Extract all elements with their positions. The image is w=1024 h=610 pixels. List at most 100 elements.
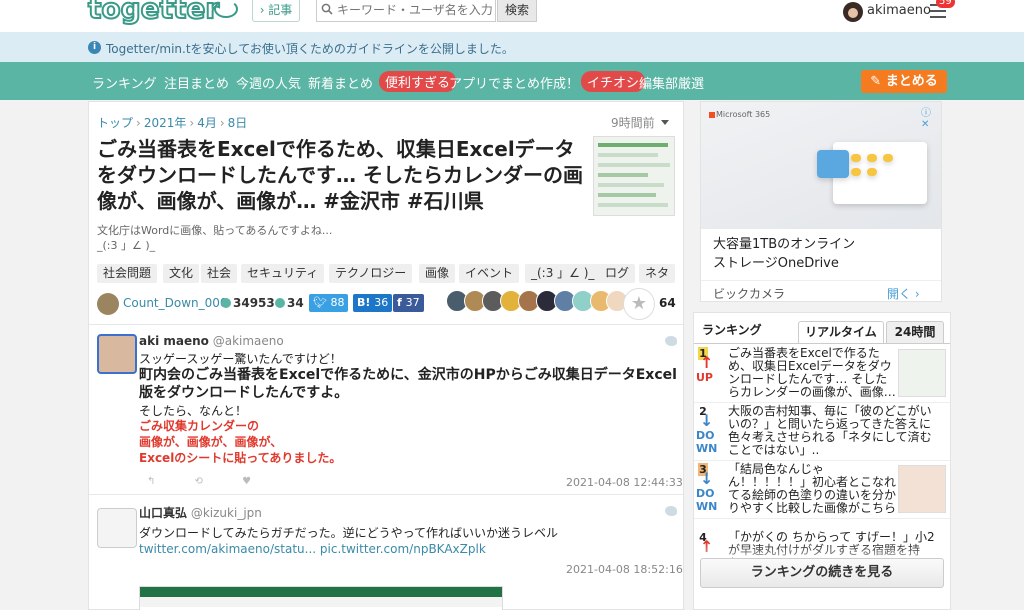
tweet-author[interactable]: 山口真弘 @kizuki_jpn xyxy=(139,504,262,521)
ranking-thumbnail[interactable] xyxy=(898,349,946,397)
tag[interactable]: テクノロジー xyxy=(329,264,413,283)
comments-count[interactable]: 34 xyxy=(287,296,304,310)
nav-app-promo[interactable]: アプリでまとめ作成！ xyxy=(449,73,579,92)
ranking-heading: ランキング xyxy=(702,323,762,337)
ranking-item[interactable]: 1 ↑ UP ごみ当番表をExcelで作るため、収集日Excelデータをダウンロ… xyxy=(694,345,950,403)
facebook-share-button[interactable]: f 37 xyxy=(393,294,424,312)
user-avatar[interactable] xyxy=(843,2,863,22)
tweet-avatar[interactable] xyxy=(97,508,137,548)
breadcrumb-year[interactable]: 2021年 xyxy=(144,116,187,130)
tag[interactable]: 文化 xyxy=(163,264,200,283)
author-avatar[interactable] xyxy=(97,293,119,315)
tweet-actions[interactable]: ↰ ⟲ ♥ xyxy=(147,476,269,487)
search-box[interactable] xyxy=(316,0,496,22)
article-title: ごみ当番表をExcelで作るため、収集日Excelデータをダウンロードしたんです… xyxy=(97,137,583,213)
tweet-text: スッゲースッゲー驚いたんですけど！ xyxy=(139,352,342,366)
notification-badge[interactable]: 59 xyxy=(936,0,955,8)
search-button[interactable]: 検索 xyxy=(497,0,537,22)
favorite-star-icon[interactable]: ★ xyxy=(623,288,655,320)
ad-brand: Microsoft 365 xyxy=(709,110,770,119)
author-row: Count_Down_000 34953 34 🐦︎ 88 B! 36 f 37… xyxy=(97,288,677,320)
ranking-thumbnail[interactable] xyxy=(898,465,946,513)
ranking-widget: ランキング リアルタイム 24時間 1 ↑ UP ごみ当番表をExcelで作るた… xyxy=(693,312,951,610)
ranking-item[interactable]: 3 ↓ DOWN 「結局色なんじゃん！！！！！」初心者とこなれてる絵師の色塗りの… xyxy=(694,461,950,519)
search-input[interactable] xyxy=(337,2,493,18)
tag[interactable]: 社会問題 xyxy=(97,264,158,283)
nav-ranking[interactable]: ランキング xyxy=(92,73,157,92)
arrow-up-icon: ↑ xyxy=(700,353,714,372)
tag[interactable]: _(:3 」∠ )_ xyxy=(525,264,601,283)
article-description: 文化庁はWordに画像、貼ってあるんですよね... _(:3 」∠ )_ xyxy=(97,223,332,253)
tweet-text-red: ごみ収集カレンダーの xyxy=(139,419,260,433)
tweet-text-red: 画像が、画像が、画像が、 xyxy=(139,435,283,449)
twitter-icon: 🐦︎ xyxy=(313,296,331,309)
ad-title[interactable]: 大容量1TBのオンライン ストレージOneDrive xyxy=(713,235,855,273)
breadcrumb-day[interactable]: 8日 xyxy=(228,116,248,130)
tweet-date[interactable]: 2021-04-08 12:44:33 xyxy=(566,476,683,489)
tweet-date[interactable]: 2021-04-08 18:52:16 xyxy=(566,563,683,576)
tab-24h[interactable]: 24時間 xyxy=(886,321,944,343)
ranking-more-button[interactable]: ランキングの続きを見る xyxy=(700,558,944,588)
chevron-down-icon[interactable] xyxy=(661,120,669,125)
facebook-share-count: 37 xyxy=(405,296,420,309)
twitter-bird-icon[interactable] xyxy=(665,506,677,516)
tab-realtime[interactable]: リアルタイム xyxy=(798,321,884,343)
rank-direction: DOWN xyxy=(696,429,718,455)
article-scope-button[interactable]: › 記事 xyxy=(252,0,300,22)
ad-illustration xyxy=(817,150,849,178)
search-icon xyxy=(321,3,333,15)
tag[interactable]: イベント xyxy=(459,264,520,283)
ad-title-line: 大容量1TBのオンライン xyxy=(713,237,856,252)
twitter-bird-icon[interactable] xyxy=(665,336,677,346)
breadcrumb: トップ › 2021年 › 4月 › 8日 xyxy=(97,116,248,130)
user-name[interactable]: akimaeno xyxy=(867,3,931,18)
ad-image[interactable]: Microsoft 365 ⓘ ✕ xyxy=(701,102,941,229)
create-matome-button[interactable]: ✎ まとめる xyxy=(861,70,947,93)
promo-badge-app[interactable]: 便利すぎる xyxy=(379,71,457,92)
nav-weekly-popular[interactable]: 今週の人気 xyxy=(236,73,301,92)
tag[interactable]: ログ xyxy=(599,264,636,283)
article-thumbnail[interactable] xyxy=(593,136,675,216)
tag[interactable]: 社会 xyxy=(201,264,238,283)
microsoft-logo-icon xyxy=(709,111,715,118)
tweet-link[interactable]: twitter.com/akimaeno/statu... pic.twitte… xyxy=(139,542,486,557)
togetter-logo[interactable]: togetter xyxy=(87,0,220,26)
ad-title-line: ストレージOneDrive xyxy=(713,256,839,271)
tweet-image[interactable] xyxy=(139,586,503,610)
twitter-share-button[interactable]: 🐦︎ 88 xyxy=(309,294,349,312)
ad-illustration xyxy=(851,154,861,162)
tweet-author[interactable]: aki maeno @akimaeno xyxy=(139,334,284,348)
breadcrumb-top[interactable]: トップ xyxy=(97,116,133,130)
comment-icon xyxy=(275,298,285,308)
notice-bar: i Togetter/min.tを安心してお使い頂くためのガイドラインを公開しま… xyxy=(0,32,1024,62)
nav-editors-pick[interactable]: 編集部厳選 xyxy=(639,73,704,92)
ad-box[interactable]: Microsoft 365 ⓘ ✕ 大容量1TBのオンライン ストレージOneD… xyxy=(700,101,942,302)
nav-featured[interactable]: 注目まとめ xyxy=(164,73,229,92)
divider xyxy=(89,494,683,495)
twitter-share-count: 88 xyxy=(330,296,345,309)
tweet-author-handle: @kizuki_jpn xyxy=(190,506,262,520)
ranking-item[interactable]: 2 ↓ DOWN 大阪の吉村知事、毎に「彼のどこがいいの？」と問いたら返ってきた… xyxy=(694,403,950,461)
tweet-author-handle: @akimaeno xyxy=(212,334,284,348)
ad-advertiser[interactable]: ビックカメラ xyxy=(713,285,785,302)
ranking-item-title[interactable]: ごみ当番表をExcelで作るため、収集日Excelデータをダウンロードしたんです… xyxy=(728,347,896,399)
views-count: 34953 xyxy=(233,296,275,310)
hatena-share-button[interactable]: B! 36 xyxy=(353,294,393,312)
tag[interactable]: ネタ xyxy=(639,264,676,283)
nav-new[interactable]: 新着まとめ xyxy=(308,73,373,92)
tweet-avatar[interactable] xyxy=(97,334,137,374)
ad-open-link[interactable]: 開く › xyxy=(887,285,920,302)
breadcrumb-month[interactable]: 4月 xyxy=(197,116,217,130)
notice-link[interactable]: Togetter/min.tを安心してお使い頂くためのガイドラインを公開しました… xyxy=(106,40,514,57)
ad-illustration xyxy=(867,154,877,162)
tag[interactable]: 画像 xyxy=(419,264,456,283)
create-matome-label: まとめる xyxy=(885,74,938,89)
author-name[interactable]: Count_Down_000 xyxy=(123,296,228,310)
ad-choices-icon[interactable]: ⓘ ✕ xyxy=(921,104,941,130)
tag[interactable]: セキュリティ xyxy=(241,264,325,283)
ranking-item-title[interactable]: 大阪の吉村知事、毎に「彼のどこがいいの？」と問いたら返ってきた答えに色々考えさせ… xyxy=(728,405,942,457)
hatena-icon: B! xyxy=(357,296,375,309)
promo-badge-pick[interactable]: イチオシ xyxy=(581,71,646,92)
logo-bubble-icon xyxy=(214,0,238,18)
ranking-item-title[interactable]: 「結局色なんじゃん！！！！！」初心者とこなれてる絵師の色塗りの違いを分かりやすく… xyxy=(728,463,896,515)
